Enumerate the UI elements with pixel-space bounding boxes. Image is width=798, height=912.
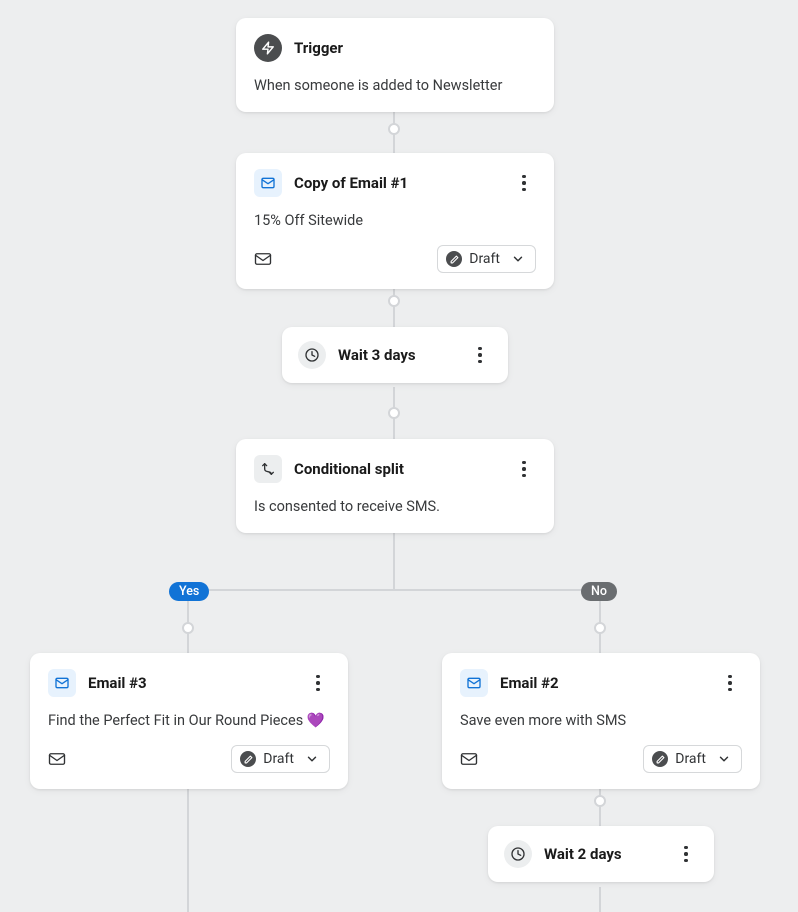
chevron-down-icon bbox=[305, 752, 319, 766]
wait2-title: Wait 2 days bbox=[544, 845, 662, 863]
pencil-icon bbox=[652, 751, 668, 767]
pencil-icon bbox=[240, 751, 256, 767]
clock-icon bbox=[298, 341, 326, 369]
email3-status-label: Draft bbox=[263, 751, 294, 767]
email1-more-button[interactable] bbox=[512, 171, 536, 195]
wait1-title: Wait 3 days bbox=[338, 346, 456, 364]
wait2-more-button[interactable] bbox=[674, 842, 698, 866]
email2-desc: Save even more with SMS bbox=[460, 711, 742, 731]
email2-status-label: Draft bbox=[675, 751, 706, 767]
email-icon bbox=[48, 669, 76, 697]
chevron-down-icon bbox=[717, 752, 731, 766]
split-icon bbox=[254, 455, 282, 483]
branch-yes-label: Yes bbox=[169, 582, 209, 601]
lightning-icon bbox=[254, 34, 282, 62]
email3-desc: Find the Perfect Fit in Our Round Pieces… bbox=[48, 711, 330, 731]
email1-title: Copy of Email #1 bbox=[294, 174, 500, 192]
email-icon bbox=[460, 669, 488, 697]
wait1-card[interactable]: Wait 3 days bbox=[282, 327, 508, 383]
email1-status-select[interactable]: Draft bbox=[437, 245, 536, 273]
trigger-desc: When someone is added to Newsletter bbox=[254, 76, 536, 96]
email3-more-button[interactable] bbox=[306, 671, 330, 695]
email1-card[interactable]: Copy of Email #1 15% Off Sitewide Draft bbox=[236, 153, 554, 289]
trigger-card[interactable]: Trigger When someone is added to Newslet… bbox=[236, 18, 554, 112]
wait1-more-button[interactable] bbox=[468, 343, 492, 367]
wait2-card[interactable]: Wait 2 days bbox=[488, 826, 714, 882]
split-desc: Is consented to receive SMS. bbox=[254, 497, 536, 517]
email3-title: Email #3 bbox=[88, 674, 294, 692]
branch-no-label: No bbox=[581, 582, 617, 601]
trigger-title: Trigger bbox=[294, 39, 536, 57]
email2-more-button[interactable] bbox=[718, 671, 742, 695]
pencil-icon bbox=[446, 251, 462, 267]
email2-card[interactable]: Email #2 Save even more with SMS Draft bbox=[442, 653, 760, 789]
email2-title: Email #2 bbox=[500, 674, 706, 692]
email1-desc: 15% Off Sitewide bbox=[254, 211, 536, 231]
email3-card[interactable]: Email #3 Find the Perfect Fit in Our Rou… bbox=[30, 653, 348, 789]
envelope-icon bbox=[254, 252, 272, 266]
split-more-button[interactable] bbox=[512, 457, 536, 481]
email3-status-select[interactable]: Draft bbox=[231, 745, 330, 773]
clock-icon bbox=[504, 840, 532, 868]
split-card[interactable]: Conditional split Is consented to receiv… bbox=[236, 439, 554, 533]
chevron-down-icon bbox=[511, 252, 525, 266]
envelope-icon bbox=[460, 752, 478, 766]
email1-status-label: Draft bbox=[469, 251, 500, 267]
email2-status-select[interactable]: Draft bbox=[643, 745, 742, 773]
email-icon bbox=[254, 169, 282, 197]
envelope-icon bbox=[48, 752, 66, 766]
split-title: Conditional split bbox=[294, 460, 500, 478]
